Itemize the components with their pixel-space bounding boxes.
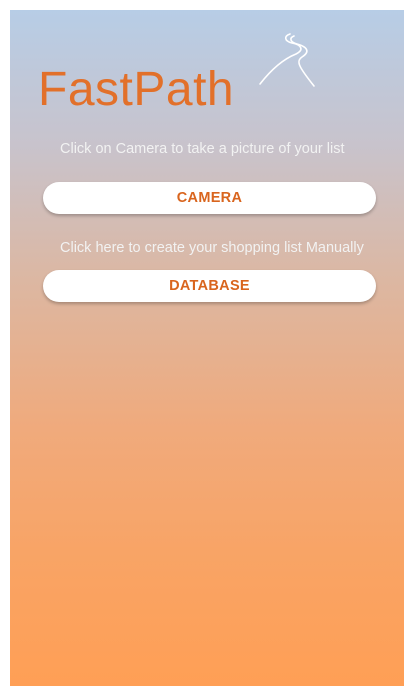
app-title: FastPath	[38, 63, 235, 116]
camera-button[interactable]: CAMERA	[43, 182, 376, 214]
database-hint: Click here to create your shopping list …	[60, 240, 364, 256]
winding-road-icon	[259, 33, 315, 87]
app-screen: FastPath Click on Camera to take a pictu…	[10, 10, 404, 686]
camera-hint: Click on Camera to take a picture of you…	[60, 141, 345, 157]
database-button[interactable]: DATABASE	[43, 270, 376, 302]
